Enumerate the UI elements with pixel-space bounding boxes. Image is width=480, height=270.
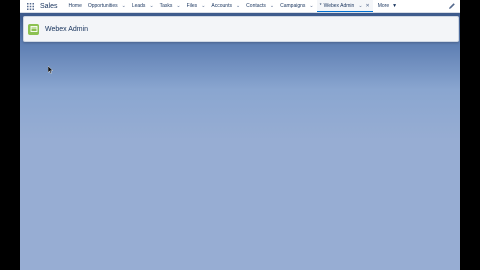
page-header: Webex Admin bbox=[23, 16, 459, 42]
nav-more-button[interactable]: More ▼ bbox=[375, 0, 400, 12]
nav-item-opportunities[interactable]: Opportunities ⌄ bbox=[85, 0, 129, 12]
global-navbar: Sales Home Opportunities ⌄ Leads ⌄ Tasks… bbox=[20, 0, 460, 13]
nav-item-label: Leads bbox=[131, 3, 146, 9]
chevron-down-icon[interactable]: ⌄ bbox=[309, 3, 313, 9]
nav-item-accounts[interactable]: Accounts ⌄ bbox=[208, 0, 243, 12]
asterisk-icon: * bbox=[319, 2, 322, 9]
nav-item-leads[interactable]: Leads ⌄ bbox=[129, 0, 157, 12]
nav-item-label: Webex Admin bbox=[323, 2, 355, 9]
close-icon[interactable]: ✕ bbox=[366, 3, 370, 9]
app-launcher-button[interactable] bbox=[24, 0, 36, 12]
webex-tab-icon bbox=[28, 23, 39, 35]
mouse-cursor-icon bbox=[48, 66, 54, 74]
chevron-down-icon[interactable]: ⌄ bbox=[201, 3, 205, 9]
chevron-down-icon[interactable]: ⌄ bbox=[358, 3, 362, 9]
grid-icon bbox=[26, 2, 34, 10]
chevron-down-icon[interactable]: ⌄ bbox=[149, 3, 153, 9]
nav-item-campaigns[interactable]: Campaigns ⌄ bbox=[277, 0, 317, 12]
nav-item-label: Contacts bbox=[246, 3, 266, 9]
page-title: Webex Admin bbox=[45, 25, 89, 33]
nav-item-label: Tasks bbox=[159, 3, 173, 9]
nav-item-label: Campaigns bbox=[280, 3, 306, 9]
nav-more-label: More bbox=[377, 3, 390, 9]
nav-item-contacts[interactable]: Contacts ⌄ bbox=[243, 0, 277, 12]
chevron-down-icon[interactable]: ⌄ bbox=[176, 3, 180, 9]
nav-item-label: Home bbox=[68, 3, 82, 9]
app-name: Sales bbox=[40, 2, 58, 10]
nav-item-files[interactable]: Files ⌄ bbox=[184, 0, 209, 12]
window-icon bbox=[30, 26, 37, 32]
chevron-down-icon[interactable]: ⌄ bbox=[270, 3, 274, 9]
nav-item-label: Accounts bbox=[211, 3, 232, 9]
nav-item-webex-admin[interactable]: * Webex Admin ⌄ ✕ bbox=[316, 0, 373, 12]
nav-item-label: Files bbox=[186, 3, 198, 9]
nav-item-label: Opportunities bbox=[87, 3, 118, 9]
pencil-icon[interactable] bbox=[448, 2, 456, 10]
caret-down-icon: ▼ bbox=[392, 3, 398, 9]
app-window: Sales Home Opportunities ⌄ Leads ⌄ Tasks… bbox=[20, 0, 460, 270]
chevron-down-icon[interactable]: ⌄ bbox=[236, 3, 240, 9]
chevron-down-icon[interactable]: ⌄ bbox=[122, 3, 126, 9]
nav-item-home[interactable]: Home bbox=[66, 0, 85, 12]
nav-item-tasks[interactable]: Tasks ⌄ bbox=[157, 0, 184, 12]
